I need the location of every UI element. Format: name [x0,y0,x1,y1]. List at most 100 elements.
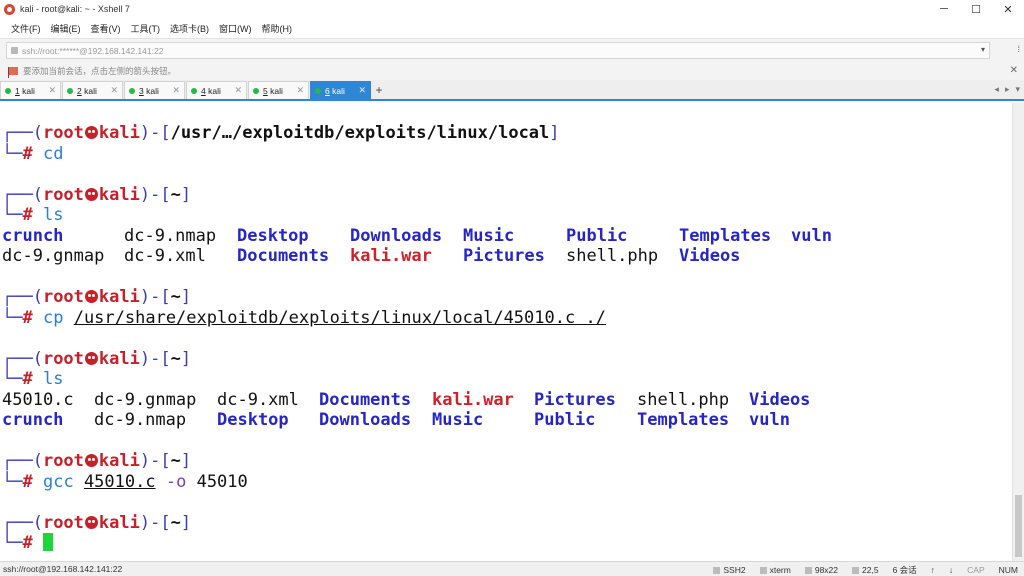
connected-status-icon [129,87,135,94]
lock-icon [713,566,721,574]
hint-bar: 要添加当前会话，点击左侧的箭头按钮。 ✕ [0,62,1024,80]
new-tab-button[interactable]: + [372,81,386,99]
connected-status-icon [315,87,321,94]
prompt-line: ┌──(root kali)-[~] [2,451,192,471]
command: cd [42,143,64,164]
command: ls [42,205,64,225]
status-term: xterm [769,565,791,575]
title-bar: kali - root@kali: ~ - Xshell 7 ─ ☐ ✕ [0,0,1024,18]
tab-close-icon[interactable]: ✕ [110,85,118,96]
tab-close-icon[interactable]: ✕ [172,85,180,96]
prompt-path: ~ [170,287,181,307]
tab-name: kali [19,85,35,96]
connected-status-icon [67,87,73,94]
skull-icon [84,126,98,139]
command-line: └─# gcc 45010.c -o 45010 [2,471,248,492]
tab-name: kali [143,85,159,96]
scrollbar-thumb[interactable] [1015,495,1022,557]
tab-2[interactable]: 2 kali ✕ [62,81,123,99]
ls-output-row: dc-9.gnmap dc-9.xml Documents kali.war Pictu… [2,246,741,266]
tab-6-active[interactable]: 6 kali ✕ [310,81,371,99]
menu-tools[interactable]: 工具(T) [126,22,166,35]
terminal-icon [759,566,767,574]
terminal-cursor [42,533,53,551]
menu-window[interactable]: 窗口(W) [214,22,257,35]
prompt-line: ┌──(root kali)-[~] [2,287,192,307]
prompt-path: ~ [170,512,181,533]
tab-3[interactable]: 3 kali ✕ [124,81,185,99]
menu-bar: 文件(F) 编辑(E) 查看(V) 工具(T) 选项卡(B) 窗口(W) 帮助(… [0,18,1024,38]
window-title: kali - root@kali: ~ - Xshell 7 [20,4,130,14]
tab-prev-icon[interactable]: ◂ [994,84,999,95]
prompt-path: ~ [170,348,181,369]
status-bar: ssh://root@192.168.142.141:22 SSH2 xterm… [0,561,1024,576]
status-connection: ssh://root@192.168.142.141:22 [3,564,123,574]
tab-name: kali [267,85,283,96]
tab-next-icon[interactable]: ▸ [1005,84,1010,95]
ls-output-row: crunch dc-9.nmap Desktop Downloads Music Publ… [2,410,790,430]
status-up-icon[interactable]: ↑ [931,564,935,576]
tab-5[interactable]: 5 kali ✕ [248,81,309,99]
lock-icon [11,47,18,54]
maximize-button[interactable]: ☐ [960,0,992,18]
skull-icon [84,351,98,365]
size-icon [804,566,812,574]
connected-status-icon [191,87,197,94]
tab-list-icon[interactable]: ▾ [1015,84,1020,95]
tab-4[interactable]: 4 kali ✕ [186,81,247,99]
tab-name: kali [205,85,221,96]
tab-close-icon[interactable]: ✕ [296,85,304,96]
status-pos: 22,5 [862,565,879,575]
command: gcc [42,471,74,492]
terminal-scrollbar[interactable] [1012,103,1024,561]
address-bar: ssh://root:******@192.168.142.141:22 ▾ ⁞ [0,38,1024,62]
prompt-line: ┌──(root kali)-[~] [2,184,192,205]
status-sessions: 6 会话 [892,565,917,575]
tab-close-icon[interactable]: ✕ [358,85,366,96]
status-size: 98x22 [814,565,839,575]
command-line: └─# [0,533,1012,554]
menu-help[interactable]: 帮助(H) [257,22,298,35]
connected-status-icon [253,87,259,94]
command: cp [42,307,64,328]
connected-status-icon [5,87,11,94]
command-line: └─# cd [2,143,64,164]
status-right: SSH2 xterm 98x22 22,5 6 会话 ↑ ↓ CAP NUM [713,564,1018,576]
tab-close-icon[interactable]: ✕ [234,85,242,96]
prompt-line: ┌──(root kali)-[~] [2,512,192,533]
prompt-path: ~ [170,451,181,471]
window-controls: ─ ☐ ✕ [928,0,1024,18]
menu-file[interactable]: 文件(F) [6,22,46,35]
xshell-app-icon [4,3,15,15]
tab-name: kali [81,85,97,96]
status-num: NUM [998,565,1018,575]
chevron-down-icon[interactable]: ▾ [981,45,985,54]
tab-navigation: ◂ ▸ ▾ [994,84,1020,95]
prompt-path: /usr/…/exploitdb/exploits/linux/local [170,123,550,143]
prompt-line: ┌──(root kali)-[~] [2,348,192,369]
cursor-pos-icon [852,566,860,574]
skull-icon [84,187,98,201]
close-button[interactable]: ✕ [992,0,1024,18]
command: ls [42,369,64,389]
command-line: └─# cp /usr/share/exploitdb/exploits/lin… [2,307,606,328]
status-down-icon[interactable]: ↓ [949,564,953,576]
tab-bar: 1 kali ✕ 2 kali ✕ 3 kali ✕ 4 kali ✕ 5 ka… [0,80,1024,101]
address-input[interactable]: ssh://root:******@192.168.142.141:22 ▾ [6,42,990,59]
skull-icon [84,290,98,303]
ls-output-row: 45010.c dc-9.gnmap dc-9.xml Documents kali.w… [2,389,811,410]
gcc-source-file: 45010.c [83,471,156,492]
terminal-area[interactable]: ┌──(root kali)-[/usr/…/exploitdb/exploits… [0,103,1012,561]
hint-close-icon[interactable]: ✕ [1010,65,1018,76]
tab-close-icon[interactable]: ✕ [48,85,56,96]
gcc-output-name: 45010 [196,471,248,492]
command-args: /usr/share/exploitdb/exploits/linux/loca… [73,307,606,328]
menu-edit[interactable]: 编辑(E) [46,22,86,35]
address-menu-icon[interactable]: ⁞ [1017,44,1020,54]
menu-tab[interactable]: 选项卡(B) [165,22,214,35]
command-line: └─# ls [2,205,64,225]
minimize-button[interactable]: ─ [928,0,960,18]
menu-view[interactable]: 查看(V) [86,22,126,35]
tab-1[interactable]: 1 kali ✕ [0,81,61,99]
gcc-option: -o [165,471,187,492]
